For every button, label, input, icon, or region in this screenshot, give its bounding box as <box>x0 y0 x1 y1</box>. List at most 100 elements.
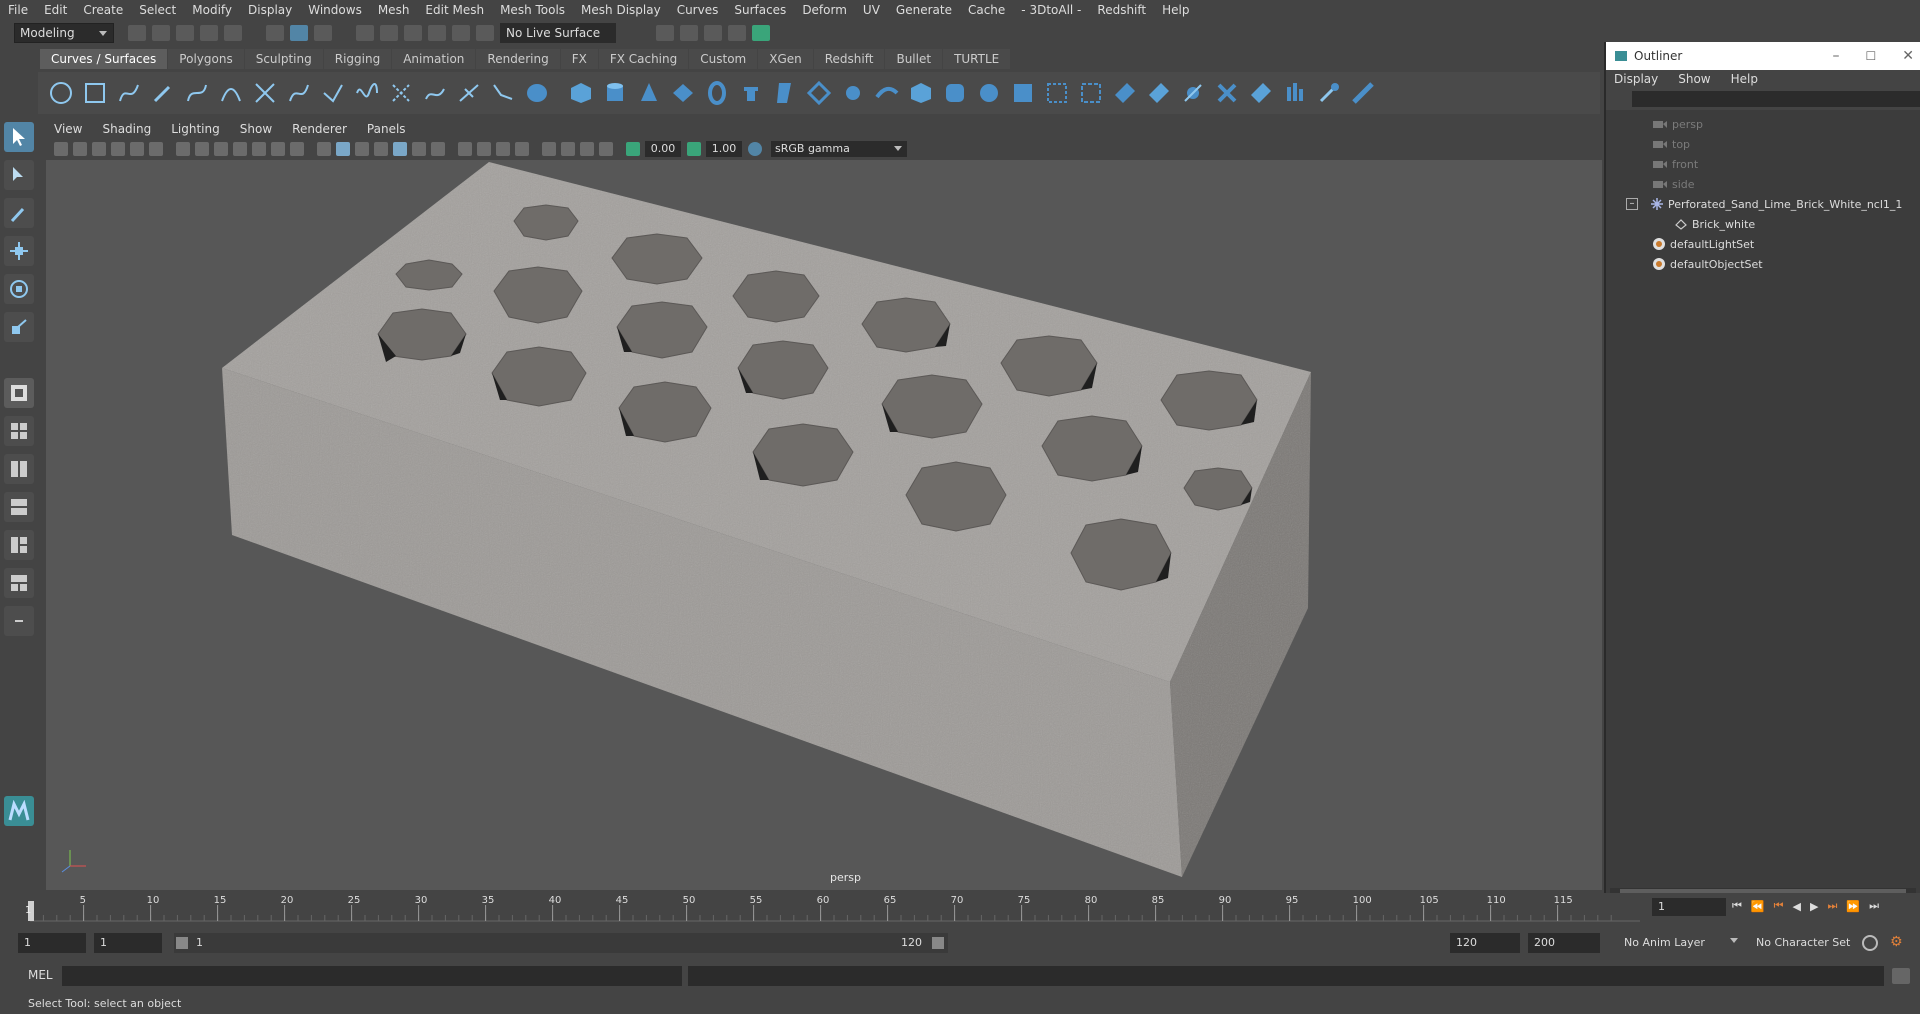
2d-pan-zoom-icon[interactable] <box>130 142 144 156</box>
shelf-tab-rendering[interactable]: Rendering <box>476 49 560 69</box>
detach-surface-icon[interactable] <box>1146 80 1172 106</box>
outliner-menu-display[interactable]: Display <box>1614 72 1658 86</box>
extend-surface-icon[interactable] <box>1078 80 1104 106</box>
nurbs-square-icon[interactable] <box>82 80 108 106</box>
reverse-curve-icon[interactable] <box>422 80 448 106</box>
shelf-tab-polygons[interactable]: Polygons <box>168 49 244 69</box>
animation-start-field[interactable]: 1 <box>18 933 86 953</box>
shelf-tab-curves-surfaces[interactable]: Curves / Surfaces <box>40 49 168 69</box>
collapse-toggle-icon[interactable]: – <box>1626 198 1638 210</box>
animation-end-field[interactable]: 200 <box>1528 933 1600 953</box>
sculpt-surface-icon[interactable] <box>1180 80 1206 106</box>
paint-effects-icon[interactable] <box>1316 80 1342 106</box>
wireframe-icon[interactable] <box>317 142 331 156</box>
range-slider[interactable]: 1 120 <box>174 933 948 953</box>
outliner-item-front[interactable]: front <box>1606 154 1920 174</box>
step-back-key-icon[interactable]: ⏮ <box>1774 899 1784 913</box>
menu-uv[interactable]: UV <box>863 3 880 17</box>
four-view-icon[interactable] <box>4 416 34 446</box>
shelf-tab-rigging[interactable]: Rigging <box>323 49 392 69</box>
shelf-tab-bullet[interactable]: Bullet <box>885 49 943 69</box>
step-forward-frame-icon[interactable]: ⏩ <box>1846 900 1860 913</box>
xray-components-icon[interactable] <box>599 142 613 156</box>
intersect-surfaces-icon[interactable] <box>976 80 1002 106</box>
shelf-tab-turtle[interactable]: TURTLE <box>943 49 1011 69</box>
depth-of-field-icon[interactable] <box>515 142 529 156</box>
camera-attributes-icon[interactable] <box>73 142 87 156</box>
scale-tool-icon[interactable] <box>4 312 34 342</box>
outliner-item-default-object-set[interactable]: defaultObjectSet <box>1606 254 1920 274</box>
view-transform-dropdown[interactable]: sRGB gamma <box>771 141 907 157</box>
menu-edit[interactable]: Edit <box>44 3 67 17</box>
menu-display[interactable]: Display <box>248 3 292 17</box>
graph-persp-icon[interactable] <box>4 530 34 560</box>
anim-layer-chevron-icon[interactable] <box>1730 938 1738 947</box>
wireframe-on-shaded-icon[interactable] <box>374 142 388 156</box>
safe-title-icon[interactable] <box>290 142 304 156</box>
insert-isoparm-icon[interactable] <box>1112 80 1138 106</box>
motion-blur-icon[interactable] <box>477 142 491 156</box>
paint-select-icon[interactable] <box>4 198 34 228</box>
maximize-icon[interactable]: ☐ <box>1866 49 1877 63</box>
menu-mesh[interactable]: Mesh <box>378 3 410 17</box>
select-object-icon[interactable] <box>290 25 308 41</box>
shelf-tab-custom[interactable]: Custom <box>689 49 758 69</box>
snap-curve-icon[interactable] <box>380 25 398 41</box>
panel-menu-shading[interactable]: Shading <box>102 122 151 136</box>
make-live-icon[interactable] <box>476 25 494 41</box>
birail-icon[interactable] <box>874 80 900 106</box>
isolate-select-icon[interactable] <box>542 142 556 156</box>
menu-modify[interactable]: Modify <box>192 3 232 17</box>
nurbs-cone-icon[interactable] <box>636 80 662 106</box>
single-view-icon[interactable] <box>4 378 34 408</box>
shelf-tab-fx[interactable]: FX <box>560 49 598 69</box>
outliner-item-brick-group[interactable]: – Perforated_Sand_Lime_Brick_White_ncl1_… <box>1606 194 1920 214</box>
open-scene-icon[interactable] <box>152 25 170 41</box>
panel-menu-renderer[interactable]: Renderer <box>292 122 347 136</box>
playback-end-field[interactable]: 120 <box>1450 933 1520 953</box>
nurbs-circle-icon[interactable] <box>48 80 74 106</box>
outliner-item-default-light-set[interactable]: defaultLightSet <box>1606 234 1920 254</box>
panel-menu-view[interactable]: View <box>54 122 82 136</box>
bevel-plus-icon[interactable] <box>908 80 934 106</box>
menu-cache[interactable]: Cache <box>968 3 1005 17</box>
outliner-menu-help[interactable]: Help <box>1731 72 1758 86</box>
shelf-tab-redshift[interactable]: Redshift <box>813 49 885 69</box>
shelf-tab-animation[interactable]: Animation <box>392 49 476 69</box>
script-editor-icon[interactable] <box>1892 968 1910 984</box>
rotate-tool-icon[interactable] <box>4 274 34 304</box>
untrim-icon[interactable] <box>1044 80 1070 106</box>
snap-grid-icon[interactable] <box>356 25 374 41</box>
offset-curve-icon[interactable] <box>388 80 414 106</box>
auto-key-icon[interactable] <box>1862 935 1878 951</box>
outliner-menu-show[interactable]: Show <box>1678 72 1710 86</box>
gate-mask-icon[interactable] <box>233 142 247 156</box>
preferences-icon[interactable]: ⚙ <box>1890 934 1903 950</box>
loft-icon[interactable] <box>772 80 798 106</box>
outliner-item-brick-white[interactable]: Brick_white <box>1606 214 1920 234</box>
image-plane-icon[interactable] <box>111 142 125 156</box>
revolve-icon[interactable] <box>738 80 764 106</box>
smooth-shade-icon[interactable] <box>336 142 350 156</box>
time-ruler[interactable]: 5 10 15 20 25 30 35 40 45 50 55 60 65 70 75 80 85 90 95 100… <box>0 893 1640 923</box>
command-language-label[interactable]: MEL <box>28 968 53 982</box>
redo-icon[interactable] <box>224 25 242 41</box>
save-scene-icon[interactable] <box>176 25 194 41</box>
gamma-field[interactable]: 1.00 <box>706 141 742 157</box>
detach-curves-icon[interactable] <box>286 80 312 106</box>
menu-edit-mesh[interactable]: Edit Mesh <box>425 3 484 17</box>
snap-point-icon[interactable] <box>404 25 422 41</box>
select-camera-icon[interactable] <box>54 142 68 156</box>
layout-options-icon[interactable] <box>4 606 34 636</box>
go-to-start-icon[interactable]: ⏮ <box>1732 899 1742 913</box>
go-to-end-icon[interactable]: ⏭ <box>1869 899 1879 913</box>
menu-surfaces[interactable]: Surfaces <box>734 3 786 17</box>
nurbs-cylinder-icon[interactable] <box>602 80 628 106</box>
stitch-icon[interactable] <box>1214 80 1240 106</box>
close-icon[interactable]: ✕ <box>1902 48 1914 64</box>
grid-icon[interactable] <box>176 142 190 156</box>
nurbs-plane-icon[interactable] <box>670 80 696 106</box>
nurbs-torus-icon[interactable] <box>704 80 730 106</box>
3d-viewport[interactable]: persp <box>46 160 1602 890</box>
extend-curve-icon[interactable] <box>320 80 346 106</box>
